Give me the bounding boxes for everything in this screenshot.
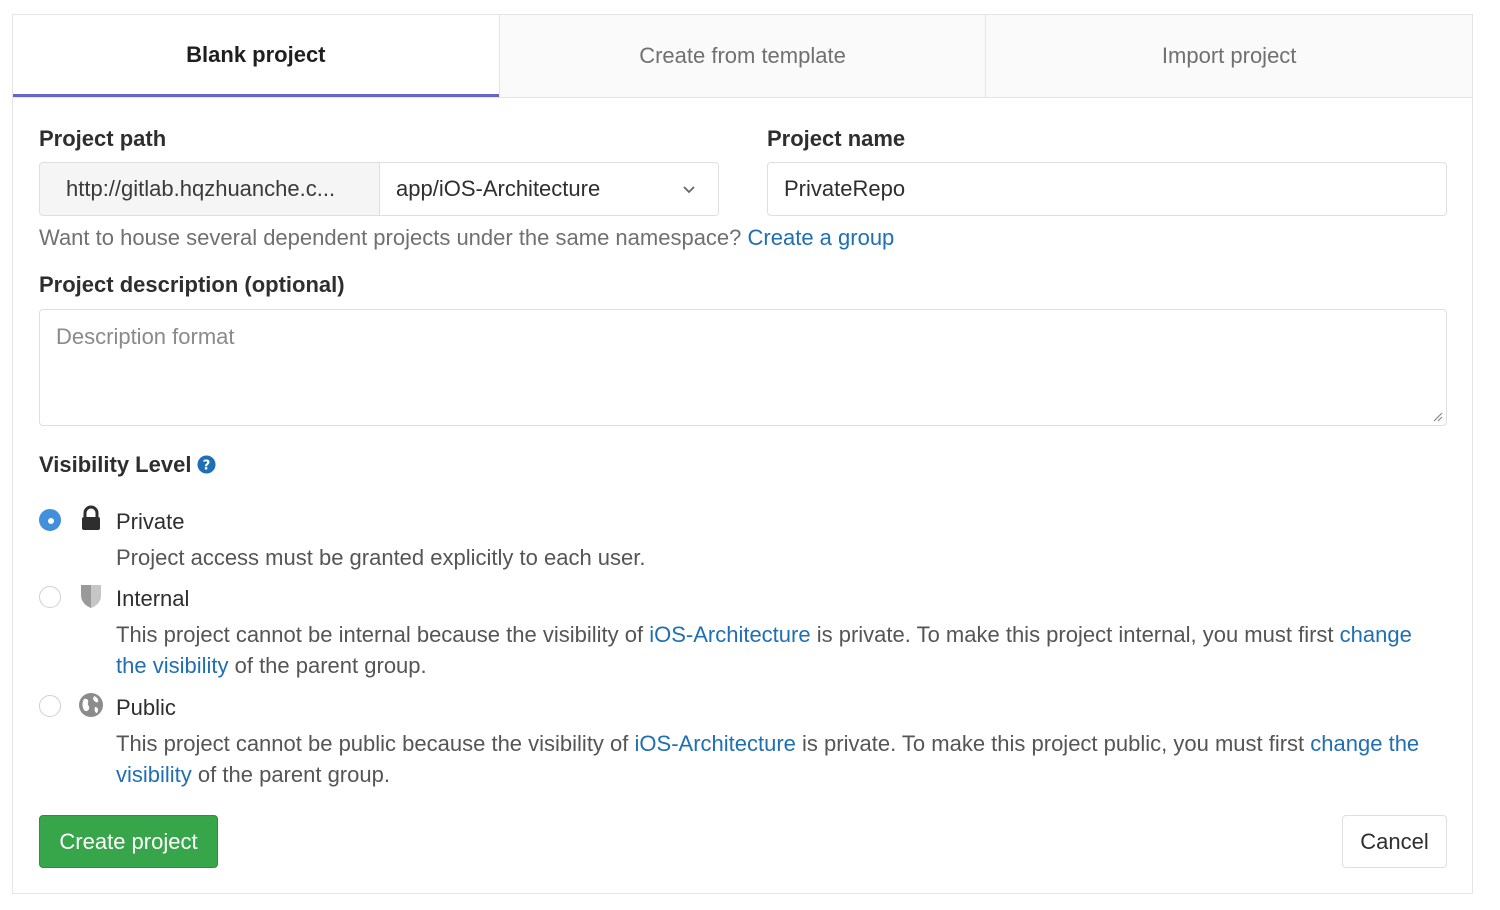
cancel-button[interactable]: Cancel xyxy=(1342,815,1447,868)
visibility-level-label: Visibility Level? xyxy=(39,452,216,478)
project-type-tabs: Blank project Create from template Impor… xyxy=(13,15,1473,98)
internal-desc-mid: is private. To make this project interna… xyxy=(816,622,1334,647)
chevron-down-icon xyxy=(683,186,695,194)
project-path-prefix: http://gitlab.hqzhuanche.c... xyxy=(40,163,380,215)
public-desc-pre: This project cannot be public because th… xyxy=(116,731,629,756)
help-icon[interactable]: ? xyxy=(197,455,216,474)
create-group-link[interactable]: Create a group xyxy=(748,225,895,250)
project-name-input[interactable]: PrivateRepo xyxy=(767,162,1447,216)
lock-icon xyxy=(82,505,100,530)
tab-blank-project[interactable]: Blank project xyxy=(13,15,499,97)
globe-icon xyxy=(79,693,103,717)
internal-radio[interactable] xyxy=(39,586,61,608)
description-placeholder: Description format xyxy=(56,324,235,349)
internal-parent-group-link[interactable]: iOS-Architecture xyxy=(649,622,810,647)
private-radio[interactable] xyxy=(39,509,61,531)
public-radio[interactable] xyxy=(39,695,61,717)
project-name-label: Project name xyxy=(767,126,906,151)
namespace-value: app/iOS-Architecture xyxy=(396,176,601,201)
public-description: This project cannot be public because th… xyxy=(116,728,1426,790)
project-path-group: http://gitlab.hqzhuanche.c... app/iOS-Ar… xyxy=(39,162,719,216)
internal-description: This project cannot be internal because … xyxy=(116,619,1426,681)
resize-grip-icon[interactable] xyxy=(1431,410,1443,422)
public-parent-group-link[interactable]: iOS-Architecture xyxy=(635,731,796,756)
public-desc-mid: is private. To make this project public,… xyxy=(802,731,1305,756)
internal-desc-post: of the parent group. xyxy=(234,653,427,678)
public-desc-post: of the parent group. xyxy=(197,762,390,787)
namespace-select[interactable]: app/iOS-Architecture xyxy=(380,163,718,215)
private-title: Private xyxy=(116,509,185,534)
project-description-textarea[interactable]: Description format xyxy=(39,309,1447,426)
public-title: Public xyxy=(116,695,176,720)
visibility-label-text: Visibility Level xyxy=(39,452,192,477)
shield-icon xyxy=(81,585,101,608)
tab-create-from-template[interactable]: Create from template xyxy=(498,15,986,97)
project-path-label: Project path xyxy=(39,126,167,151)
private-description: Project access must be granted explicitl… xyxy=(116,545,646,570)
tab-import-project[interactable]: Import project xyxy=(985,15,1473,97)
new-project-panel: Blank project Create from template Impor… xyxy=(12,14,1473,894)
project-description-label: Project description (optional) xyxy=(39,272,345,297)
internal-title: Internal xyxy=(116,586,190,611)
hint-text: Want to house several dependent projects… xyxy=(39,225,742,250)
svg-text:?: ? xyxy=(203,458,211,473)
create-project-button[interactable]: Create project xyxy=(39,815,218,868)
internal-desc-pre: This project cannot be internal because … xyxy=(116,622,644,647)
create-group-hint: Want to house several dependent projects… xyxy=(39,225,894,251)
